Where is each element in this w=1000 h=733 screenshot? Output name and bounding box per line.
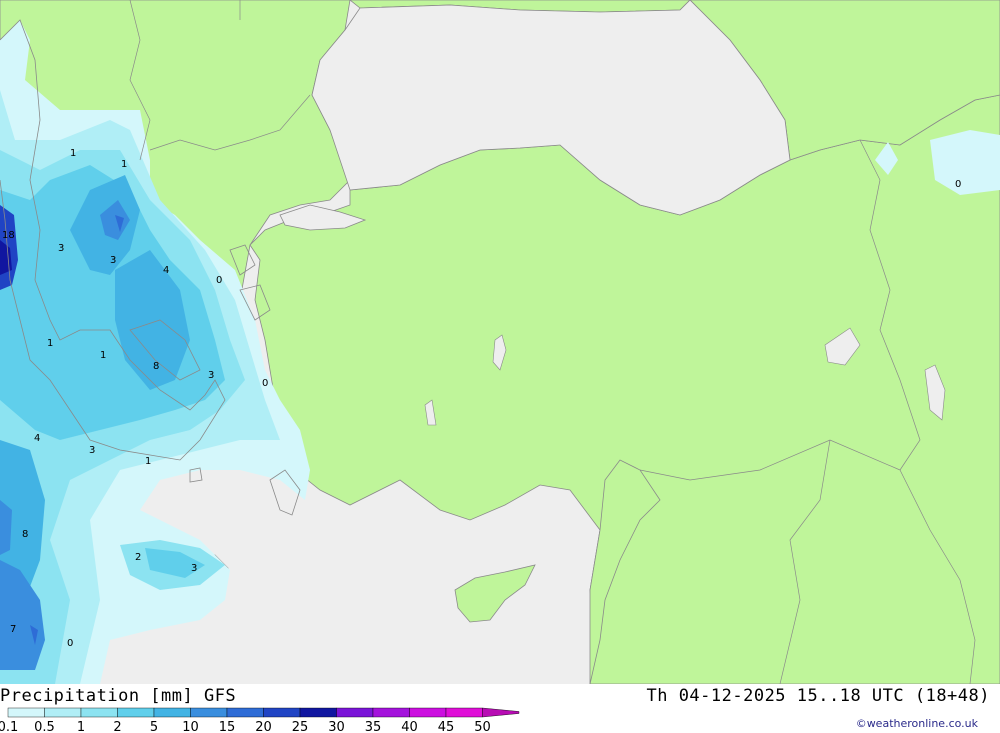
legend-swatch-1 bbox=[44, 707, 82, 718]
legend-swatch-13 bbox=[482, 707, 520, 718]
label-3a: 3 bbox=[58, 243, 64, 254]
legend-swatch-2 bbox=[80, 707, 118, 718]
label-0a: 0 bbox=[216, 275, 222, 286]
legend-swatch-12 bbox=[445, 707, 483, 718]
legend-label-8: 25 bbox=[292, 720, 309, 733]
credit-link[interactable]: ©weatheronline.co.uk bbox=[856, 717, 978, 730]
label-2: 2 bbox=[135, 552, 141, 563]
label-1e: 1 bbox=[145, 456, 151, 467]
precipitation-map: 1 1 18 3 3 4 0 1 1 8 3 0 4 3 1 8 2 3 7 0… bbox=[0, 0, 1000, 684]
legend-label-6: 15 bbox=[219, 720, 236, 733]
legend-swatch-4 bbox=[153, 707, 191, 718]
legend-label-5: 10 bbox=[182, 720, 199, 733]
label-8a: 8 bbox=[153, 361, 159, 372]
legend-label-13: 50 bbox=[474, 720, 491, 733]
legend-swatch-10 bbox=[372, 707, 410, 718]
legend-label-9: 30 bbox=[328, 720, 345, 733]
legend-swatch-5 bbox=[190, 707, 228, 718]
legend-label-12: 45 bbox=[438, 720, 455, 733]
legend-swatch-8 bbox=[299, 707, 337, 718]
legend-label-1: 0.5 bbox=[34, 720, 55, 733]
legend-label-10: 35 bbox=[365, 720, 382, 733]
label-4b: 4 bbox=[34, 433, 40, 444]
legend-swatches bbox=[7, 707, 520, 718]
label-3e: 3 bbox=[191, 563, 197, 574]
label-18: 18 bbox=[2, 230, 15, 241]
legend-labels: 0.1 0.5 1 2 5 10 15 20 25 30 35 40 45 50 bbox=[0, 720, 491, 733]
label-1a: 1 bbox=[70, 148, 76, 159]
legend-label-7: 20 bbox=[255, 720, 272, 733]
legend-label-3: 2 bbox=[113, 720, 121, 733]
label-0b: 0 bbox=[262, 378, 268, 389]
label-0d: 0 bbox=[955, 179, 961, 190]
legend-swatch-6 bbox=[226, 707, 264, 718]
legend-label-11: 40 bbox=[401, 720, 418, 733]
legend-swatch-9 bbox=[336, 707, 374, 718]
label-1d: 1 bbox=[100, 350, 106, 361]
label-7: 7 bbox=[10, 624, 16, 635]
legend-swatch-11 bbox=[409, 707, 447, 718]
legend-swatch-3 bbox=[117, 707, 155, 718]
label-3c: 3 bbox=[208, 370, 214, 381]
valid-time: Th 04-12-2025 15..18 UTC (18+48) bbox=[646, 686, 990, 706]
map-title: Precipitation [mm] GFS bbox=[0, 686, 237, 706]
label-0c: 0 bbox=[67, 638, 73, 649]
legend-swatch-0 bbox=[7, 707, 45, 718]
label-4a: 4 bbox=[163, 265, 169, 276]
legend-swatch-7 bbox=[263, 707, 301, 718]
legend-label-2: 1 bbox=[77, 720, 85, 733]
label-1c: 1 bbox=[47, 338, 53, 349]
label-1b: 1 bbox=[121, 159, 127, 170]
legend-label-4: 5 bbox=[150, 720, 158, 733]
legend-label-0: 0.1 bbox=[0, 720, 18, 733]
label-8b: 8 bbox=[22, 529, 28, 540]
label-3d: 3 bbox=[89, 445, 95, 456]
color-legend: 0.1 0.5 1 2 5 10 15 20 25 30 35 40 45 50 bbox=[0, 707, 520, 733]
label-3b: 3 bbox=[110, 255, 116, 266]
